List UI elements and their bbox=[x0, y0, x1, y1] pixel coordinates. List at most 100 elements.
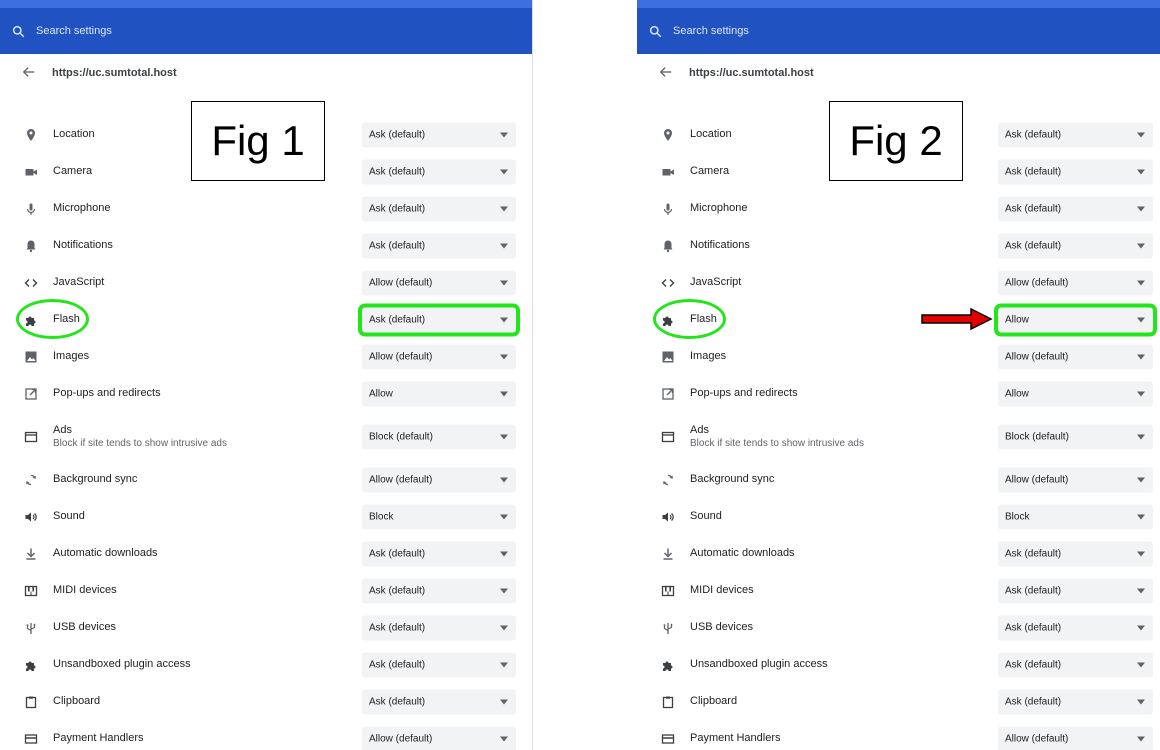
permission-select-payment-handlers[interactable]: Allow (default) bbox=[998, 726, 1153, 750]
permission-label-wrap: Microphone bbox=[690, 202, 747, 215]
permission-label: MIDI devices bbox=[690, 584, 754, 596]
select-value: Allow (default) bbox=[1005, 474, 1069, 485]
permission-select-payment-handlers[interactable]: Allow (default) bbox=[362, 726, 516, 750]
permission-select-ads[interactable]: Block (default) bbox=[998, 424, 1153, 449]
permission-select-sound[interactable]: Block bbox=[998, 504, 1153, 529]
permission-select-automatic-downloads[interactable]: Ask (default) bbox=[362, 541, 516, 566]
permission-label: JavaScript bbox=[53, 276, 105, 288]
back-arrow-icon[interactable] bbox=[659, 65, 675, 81]
permission-row-clipboard: Clipboard Ask (default) bbox=[637, 683, 1160, 720]
dropdown-caret-icon bbox=[1137, 514, 1145, 519]
permission-select-clipboard[interactable]: Ask (default) bbox=[362, 689, 516, 714]
permission-select-images[interactable]: Allow (default) bbox=[998, 344, 1153, 369]
permission-label-wrap: MIDI devices bbox=[53, 584, 117, 597]
permission-label: Background sync bbox=[53, 473, 138, 485]
select-value: Ask (default) bbox=[369, 585, 426, 596]
credit-card-icon bbox=[22, 730, 40, 748]
permission-row-midi-devices: MIDI devices Ask (default) bbox=[0, 572, 532, 609]
speaker-icon bbox=[22, 508, 40, 526]
permission-label: Sound bbox=[53, 510, 85, 522]
permission-select-microphone[interactable]: Ask (default) bbox=[998, 196, 1153, 221]
select-value: Allow (default) bbox=[369, 351, 433, 362]
permission-row-ads: Ads Block if site tends to show intrusive… bbox=[0, 412, 532, 461]
permission-label-wrap: Automatic downloads bbox=[53, 547, 158, 560]
select-value: Ask (default) bbox=[369, 548, 426, 559]
permission-select-midi-devices[interactable]: Ask (default) bbox=[362, 578, 516, 603]
permission-select-background-sync[interactable]: Allow (default) bbox=[362, 467, 516, 492]
permission-select-location[interactable]: Ask (default) bbox=[362, 122, 516, 147]
dropdown-caret-icon bbox=[1137, 434, 1145, 439]
dropdown-caret-icon bbox=[500, 317, 508, 322]
permission-select-background-sync[interactable]: Allow (default) bbox=[998, 467, 1153, 492]
permission-row-javascript: JavaScript Allow (default) bbox=[637, 264, 1160, 301]
dropdown-caret-icon bbox=[500, 280, 508, 285]
search-input[interactable]: Search settings bbox=[36, 25, 112, 37]
search-bar[interactable]: Search settings bbox=[0, 8, 532, 54]
permission-label-wrap: Notifications bbox=[690, 239, 750, 252]
permission-label-wrap: Automatic downloads bbox=[690, 547, 795, 560]
search-icon bbox=[0, 25, 36, 38]
select-value: Allow (default) bbox=[369, 277, 433, 288]
select-value: Ask (default) bbox=[1005, 548, 1062, 559]
dropdown-caret-icon bbox=[500, 206, 508, 211]
permission-select-automatic-downloads[interactable]: Ask (default) bbox=[998, 541, 1153, 566]
select-value: Ask (default) bbox=[369, 240, 426, 251]
permission-row-clipboard: Clipboard Ask (default) bbox=[0, 683, 532, 720]
select-value: Allow (default) bbox=[1005, 351, 1069, 362]
credit-card-icon bbox=[659, 730, 677, 748]
permission-row-usb-devices: USB devices Ask (default) bbox=[637, 609, 1160, 646]
select-value: Allow (default) bbox=[369, 474, 433, 485]
permission-label-wrap: Ads Block if site tends to show intrusive… bbox=[690, 424, 864, 450]
permission-label: Notifications bbox=[690, 239, 750, 251]
permission-select-ads[interactable]: Block (default) bbox=[362, 424, 516, 449]
permission-label-wrap: USB devices bbox=[690, 621, 753, 634]
select-value: Block bbox=[1005, 511, 1030, 522]
back-arrow-icon[interactable] bbox=[22, 65, 38, 81]
permission-select-camera[interactable]: Ask (default) bbox=[998, 159, 1153, 184]
permission-label: Microphone bbox=[690, 202, 748, 214]
permission-select-images[interactable]: Allow (default) bbox=[362, 344, 516, 369]
permission-select-flash[interactable]: Allow bbox=[994, 303, 1157, 336]
permission-label-wrap: Sound bbox=[690, 510, 722, 523]
image-icon bbox=[659, 348, 677, 366]
permission-label-wrap: Location bbox=[690, 128, 732, 141]
search-input[interactable]: Search settings bbox=[673, 25, 749, 37]
select-value: Ask (default) bbox=[369, 696, 426, 707]
permission-label-wrap: Payment Handlers bbox=[53, 732, 144, 745]
permission-select-usb-devices[interactable]: Ask (default) bbox=[362, 615, 516, 640]
permission-select-usb-devices[interactable]: Ask (default) bbox=[998, 615, 1153, 640]
permission-label-wrap: JavaScript bbox=[53, 276, 104, 289]
dropdown-caret-icon bbox=[1137, 169, 1145, 174]
select-value: Allow (default) bbox=[369, 733, 433, 744]
permission-select-javascript[interactable]: Allow (default) bbox=[998, 270, 1153, 295]
select-value: Ask (default) bbox=[1005, 585, 1062, 596]
usb-icon bbox=[659, 619, 677, 637]
select-value: Ask (default) bbox=[369, 314, 426, 325]
permission-select-unsandboxed-plugin-access[interactable]: Ask (default) bbox=[998, 652, 1153, 677]
permission-select-notifications[interactable]: Ask (default) bbox=[998, 233, 1153, 258]
select-value: Allow bbox=[369, 388, 393, 399]
permission-row-notifications: Notifications Ask (default) bbox=[637, 227, 1160, 264]
dropdown-caret-icon bbox=[1137, 588, 1145, 593]
sync-icon bbox=[659, 471, 677, 489]
permission-select-clipboard[interactable]: Ask (default) bbox=[998, 689, 1153, 714]
permission-select-microphone[interactable]: Ask (default) bbox=[362, 196, 516, 221]
dropdown-caret-icon bbox=[1137, 354, 1145, 359]
permission-label: Location bbox=[53, 128, 95, 140]
permission-select-javascript[interactable]: Allow (default) bbox=[362, 270, 516, 295]
permission-select-flash[interactable]: Ask (default) bbox=[358, 303, 520, 336]
search-bar[interactable]: Search settings bbox=[637, 8, 1160, 54]
bell-icon bbox=[22, 237, 40, 255]
permission-select-unsandboxed-plugin-access[interactable]: Ask (default) bbox=[362, 652, 516, 677]
permission-select-pop-ups-and-redirects[interactable]: Allow bbox=[998, 381, 1153, 406]
permission-sublabel: Block if site tends to show intrusive ad… bbox=[690, 437, 864, 449]
permission-select-sound[interactable]: Block bbox=[362, 504, 516, 529]
permission-select-location[interactable]: Ask (default) bbox=[998, 122, 1153, 147]
permission-row-pop-ups-and-redirects: Pop-ups and redirects Allow bbox=[0, 375, 532, 412]
permission-label: Ads bbox=[690, 423, 709, 436]
permission-sublabel: Block if site tends to show intrusive ad… bbox=[53, 437, 227, 449]
permission-select-notifications[interactable]: Ask (default) bbox=[362, 233, 516, 258]
permission-select-midi-devices[interactable]: Ask (default) bbox=[998, 578, 1153, 603]
permission-select-pop-ups-and-redirects[interactable]: Allow bbox=[362, 381, 516, 406]
permission-select-camera[interactable]: Ask (default) bbox=[362, 159, 516, 184]
